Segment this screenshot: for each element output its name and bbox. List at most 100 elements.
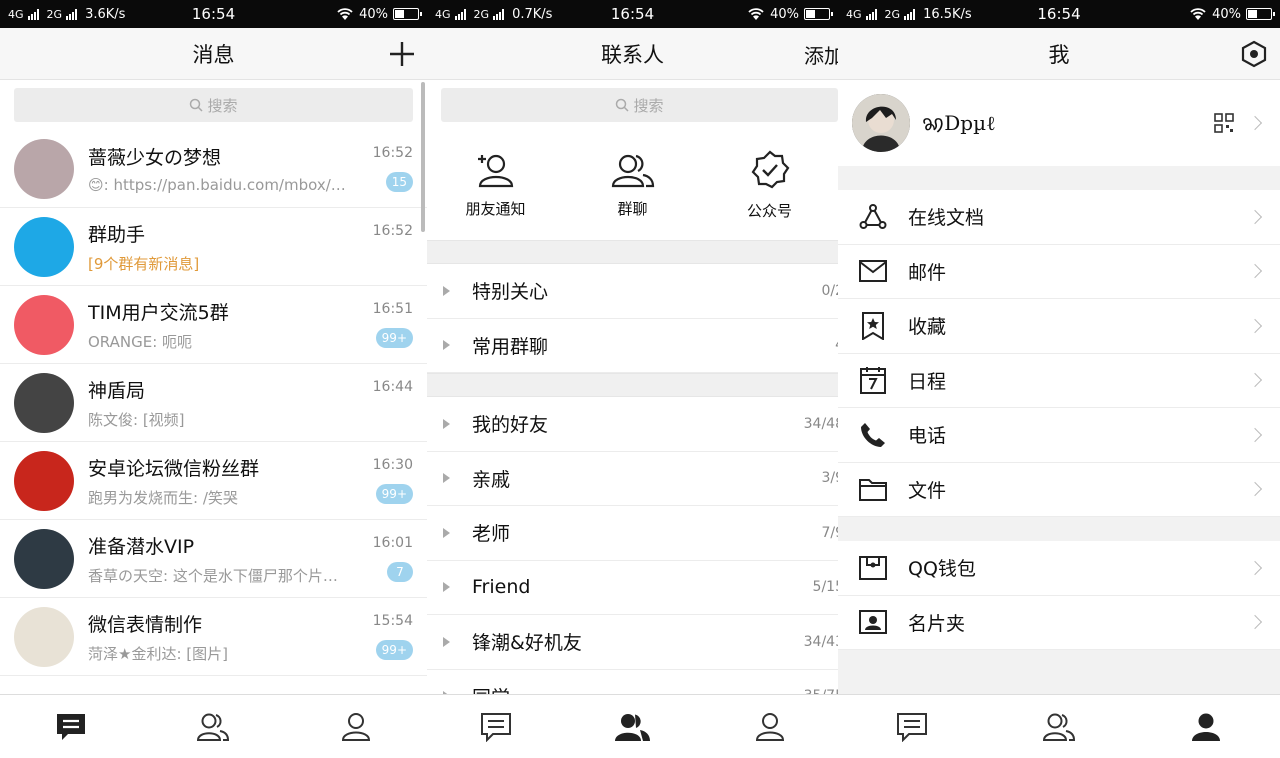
network-label: 4G	[8, 7, 24, 21]
avatar[interactable]	[14, 216, 74, 277]
avatar[interactable]	[14, 606, 74, 667]
chat-row[interactable]: 神盾局 陈文俊: [视频] 16:44	[0, 364, 427, 442]
tab-me[interactable]	[1184, 705, 1228, 749]
pinned-groups: 特别关心 0/2 常用群聊 4	[427, 264, 838, 373]
add-button[interactable]	[389, 28, 415, 80]
menu-item-label: 邮件	[908, 261, 947, 284]
settings-button[interactable]	[1240, 28, 1268, 80]
group-chat-button[interactable]: 群聊	[578, 152, 688, 219]
tab-messages[interactable]	[49, 705, 93, 749]
chat-row[interactable]: 群助手 [9个群有新消息] 16:52	[0, 208, 427, 286]
menu-item[interactable]: 收藏	[838, 299, 1280, 354]
avatar-image	[852, 94, 910, 152]
menu-item[interactable]: 日程	[838, 354, 1280, 408]
contact-group[interactable]: 亲戚 3/9	[427, 451, 838, 506]
me-tab-icon	[1192, 713, 1221, 741]
expand-arrow-icon	[443, 285, 450, 296]
avatar[interactable]	[852, 94, 910, 152]
status-bar: 4G 2G 0.7K/s 16:54 40%	[427, 0, 838, 28]
chat-row[interactable]: TIM用户交流5群 ORANGE: 呃呃 16:51 99+	[0, 286, 427, 364]
chat-time: 16:30	[372, 457, 413, 473]
chat-time: 16:01	[372, 535, 413, 551]
group-count: 3/9	[821, 470, 838, 487]
username: ꩆDpµℓ	[922, 110, 996, 135]
tab-contacts[interactable]	[1037, 705, 1081, 749]
official-account-button[interactable]: 公众号	[715, 150, 825, 221]
group-count: 7/9	[821, 524, 838, 541]
battery-fill	[395, 10, 404, 18]
header: 消息	[0, 28, 427, 80]
search-icon	[616, 98, 630, 112]
group-name: 亲戚	[472, 468, 511, 491]
expand-arrow-icon	[443, 418, 450, 429]
contact-group[interactable]: 我的好友 34/48	[427, 397, 838, 452]
tab-messages[interactable]	[474, 705, 518, 749]
clock: 16:54	[1037, 5, 1081, 23]
search-placeholder: 搜索	[207, 96, 238, 115]
me-screen: 4G 2G 16.5K/s 16:54 40% 我 ꩆDpµℓ 在线文档 邮件 收…	[838, 0, 1280, 758]
status-bar: 4G 2G 3.6K/s 16:54 40%	[0, 0, 427, 28]
qr-code-icon[interactable]	[1214, 113, 1234, 133]
group-count: 5/15	[812, 579, 838, 596]
menu-item[interactable]: 名片夹	[838, 596, 1280, 650]
menu-item[interactable]: 文件	[838, 463, 1280, 517]
chat-time: 16:52	[372, 145, 413, 161]
unread-badge: 99+	[375, 640, 413, 660]
contact-group[interactable]: 特别关心 0/2	[427, 264, 838, 319]
tab-messages[interactable]	[890, 705, 934, 749]
contacts-tab-icon	[614, 713, 650, 741]
clock: 16:54	[610, 5, 655, 23]
contact-group[interactable]: 常用群聊 4	[427, 318, 838, 373]
chat-time: 16:52	[372, 223, 413, 239]
profile-row[interactable]: ꩆDpµℓ	[838, 80, 1280, 166]
page-title: 我	[1048, 42, 1070, 67]
chat-preview: 跑男为发烧而生: /笑哭	[88, 488, 238, 507]
menu-item[interactable]: 电话	[838, 408, 1280, 463]
chat-row[interactable]: 准备潜水VIP 香草の天空: 这个是水下僵尸那个片… 16:01 7	[0, 520, 427, 598]
avatar[interactable]	[14, 450, 74, 511]
tab-bar	[427, 694, 838, 758]
contact-group[interactable]: 锋潮&好机友 34/43	[427, 615, 838, 670]
chat-time: 15:54	[372, 613, 413, 629]
tab-contacts[interactable]	[611, 705, 655, 749]
official-account-label: 公众号	[746, 201, 792, 220]
group-count: 0/2	[821, 282, 838, 299]
avatar[interactable]	[14, 372, 74, 433]
chat-row[interactable]: 蔷薇少女の梦想 😊: https://pan.baidu.com/mbox/… …	[0, 130, 427, 208]
menu-item[interactable]: QQ钱包	[838, 541, 1280, 596]
phone-icon	[858, 420, 888, 450]
chat-row[interactable]: 微信表情制作 菏泽★金利达: [图片] 15:54 99+	[0, 598, 427, 676]
tab-contacts[interactable]	[191, 705, 235, 749]
scrollbar[interactable]	[421, 82, 425, 232]
menu-item[interactable]: 邮件	[838, 245, 1280, 299]
contact-group[interactable]: 老师 7/9	[427, 506, 838, 561]
menu-item[interactable]: 在线文档	[838, 190, 1280, 245]
search-bar[interactable]: 搜索	[441, 88, 838, 122]
chevron-right-icon	[1247, 264, 1263, 279]
avatar[interactable]	[14, 294, 74, 355]
tab-me[interactable]	[334, 705, 378, 749]
contact-group[interactable]: Friend 5/15	[427, 560, 838, 615]
avatar[interactable]	[14, 528, 74, 589]
battery-fill	[1248, 10, 1257, 18]
chat-name: 群助手	[88, 223, 146, 246]
contacts-tab-icon	[1042, 713, 1075, 741]
signal-icon	[454, 8, 466, 20]
messages-tab-icon	[57, 713, 86, 740]
battery-percent: 40%	[1212, 6, 1241, 22]
friend-notify-button[interactable]: 朋友通知	[441, 152, 551, 219]
messages-screen: 4G 2G 3.6K/s 16:54 40% 消息 搜索 蔷薇少女の梦想 😊: h…	[0, 0, 427, 758]
tab-me[interactable]	[748, 705, 792, 749]
menu-item-label: 电话	[908, 425, 947, 448]
wifi-icon	[337, 8, 353, 20]
group-chat-icon	[611, 154, 654, 187]
chevron-right-icon	[1247, 115, 1263, 131]
folder-icon	[858, 474, 888, 504]
add-contact-button[interactable]: 添加	[804, 28, 838, 80]
avatar[interactable]	[14, 138, 74, 199]
chat-list: 蔷薇少女の梦想 😊: https://pan.baidu.com/mbox/… …	[0, 130, 427, 676]
chat-preview: 😊: https://pan.baidu.com/mbox/…	[88, 176, 346, 194]
chat-row[interactable]: 安卓论坛微信粉丝群 跑男为发烧而生: /笑哭 16:30 99+	[0, 442, 427, 520]
chevron-right-icon	[1247, 427, 1263, 442]
search-bar[interactable]: 搜索	[14, 88, 413, 122]
